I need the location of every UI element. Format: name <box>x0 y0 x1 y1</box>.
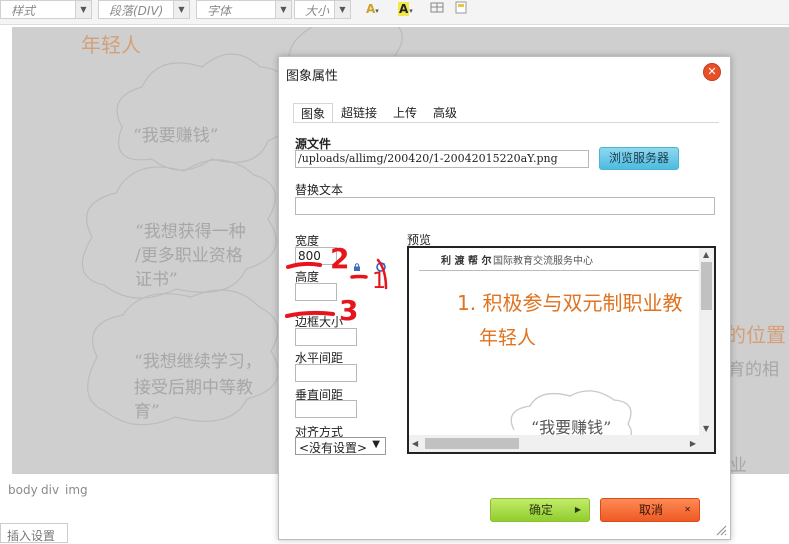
size-combo[interactable]: 大小 ▼ <box>294 0 351 19</box>
preview-logo: 利 渡 帮 尔 <box>441 256 492 267</box>
lock-ratio-icon[interactable] <box>353 263 361 271</box>
align-value: <没有设置> <box>299 441 368 455</box>
preview-subheading: 年轻人 <box>479 327 537 349</box>
close-button[interactable]: ✕ <box>703 63 721 81</box>
preview-header-rule <box>419 270 699 271</box>
close-icon: ✕ <box>684 505 691 514</box>
reset-size-icon[interactable] <box>376 262 386 272</box>
chevron-down-icon: ▼ <box>372 439 380 450</box>
scroll-right-icon[interactable]: ▶ <box>690 439 696 448</box>
hspace-input[interactable] <box>295 364 357 382</box>
alt-text-input[interactable] <box>295 197 715 215</box>
resize-grip-icon[interactable] <box>715 524 727 536</box>
source-url-value: /uploads/allimg/200420/1-20042015220aY.p… <box>298 152 558 165</box>
tab-upload-label: 上传 <box>393 106 418 120</box>
border-input[interactable] <box>295 328 357 346</box>
vertical-scroll-thumb[interactable] <box>701 262 712 310</box>
height-input[interactable] <box>295 283 337 301</box>
editor-toolbar: 样式 ▼ 段落(DIV) ▼ 字体 ▼ 大小 ▼ A▾ A▾ <box>0 0 789 25</box>
bg-color-button[interactable]: A▾ <box>398 0 420 18</box>
horizontal-scroll-thumb[interactable] <box>425 438 519 449</box>
bg-side-text: 的位置 <box>726 323 786 347</box>
preview-canvas: 利 渡 帮 尔 国际教育交流服务中心 1. 积极参与双元制职业教 年轻人 “我要… <box>409 248 699 435</box>
bg-heading: 年轻人 <box>81 33 141 57</box>
tab-link[interactable]: 超链接 <box>341 103 377 123</box>
bg-cloud-text: “我要赚钱” <box>133 126 219 146</box>
tab-image[interactable]: 图象 <box>293 103 334 123</box>
style-combo-label: 样式 <box>11 4 36 18</box>
width-input[interactable]: 800 <box>295 247 337 265</box>
align-select[interactable]: <没有设置> ▼ <box>295 437 386 455</box>
style-combo[interactable]: 样式 ▼ <box>0 0 92 19</box>
path-body[interactable]: body <box>8 483 38 497</box>
tab-divider <box>293 122 719 123</box>
insert-settings-tab[interactable]: 插入设置 <box>0 523 68 543</box>
document-icon <box>455 1 467 14</box>
cancel-button[interactable]: 取消 ✕ <box>600 498 700 522</box>
preview-vertical-scrollbar[interactable]: ▲ ▼ <box>699 248 714 435</box>
alt-text-label: 替换文本 <box>295 183 344 197</box>
image-properties-dialog: 图象属性 ✕ 图象 超链接 上传 高级 源文件 /uploads/allimg/… <box>278 56 731 540</box>
font-color-icon: A <box>366 2 376 16</box>
format-combo-label: 段落(DIV) <box>109 4 164 18</box>
preview-horizontal-scrollbar[interactable]: ◀ ▶ <box>409 435 699 452</box>
tab-upload[interactable]: 上传 <box>393 103 417 123</box>
ok-button[interactable]: 确定 ▶ <box>490 498 590 522</box>
bg-cloud-text: “我想继续学习， <box>134 352 262 372</box>
arrow-right-icon: ▶ <box>574 505 581 514</box>
font-color-button[interactable]: A▾ <box>366 0 388 18</box>
chevron-down-icon: ▼ <box>334 1 350 18</box>
bg-cloud-text: /更多职业资格 <box>135 246 243 266</box>
bg-side-text: 育的相 <box>728 360 779 380</box>
tab-advanced-label: 高级 <box>433 106 458 120</box>
tab-image-label: 图象 <box>301 107 326 121</box>
table-icon <box>430 2 444 13</box>
template-button[interactable] <box>454 0 470 18</box>
bg-cloud-text: 接受后期中等教 <box>134 378 253 398</box>
preview-heading: 1. 积极参与双元制职业教 <box>457 291 683 315</box>
tab-link-label: 超链接 <box>341 106 378 120</box>
format-combo[interactable]: 段落(DIV) ▼ <box>98 0 190 19</box>
width-value: 800 <box>298 249 321 263</box>
preview-cloud-text: “我要赚钱” <box>531 418 612 435</box>
scroll-corner <box>699 435 714 452</box>
chevron-down-icon: ▼ <box>275 1 291 18</box>
insert-settings-label: 插入设置 <box>7 529 56 543</box>
bg-color-icon: A <box>398 2 410 16</box>
vspace-input[interactable] <box>295 400 357 418</box>
font-combo-label: 字体 <box>207 4 232 18</box>
close-icon: ✕ <box>707 65 717 78</box>
image-preview[interactable]: 利 渡 帮 尔 国际教育交流服务中心 1. 积极参与双元制职业教 年轻人 “我要… <box>407 246 716 454</box>
dialog-title: 图象属性 <box>286 69 339 84</box>
browse-server-label: 浏览服务器 <box>608 151 669 165</box>
special-char-button[interactable] <box>430 0 446 18</box>
bg-cloud-text: 证书” <box>135 270 178 290</box>
chevron-down-icon: ▼ <box>173 1 189 18</box>
path-div[interactable]: div <box>41 483 59 497</box>
scroll-left-icon[interactable]: ◀ <box>412 439 418 448</box>
font-combo[interactable]: 字体 ▼ <box>196 0 292 19</box>
bg-cloud-text: 育” <box>134 402 160 422</box>
size-combo-label: 大小 <box>305 4 330 18</box>
source-url-input[interactable]: /uploads/allimg/200420/1-20042015220aY.p… <box>295 150 589 168</box>
bg-side-text: 业 <box>730 456 747 474</box>
preview-header: 国际教育交流服务中心 <box>493 256 593 267</box>
tab-advanced[interactable]: 高级 <box>433 103 457 123</box>
scroll-up-icon[interactable]: ▲ <box>703 250 709 259</box>
bg-cloud-text: “我想获得一种 <box>135 222 246 242</box>
path-img[interactable]: img <box>65 483 88 497</box>
browse-server-button[interactable]: 浏览服务器 <box>599 147 679 170</box>
scroll-down-icon[interactable]: ▼ <box>703 424 709 433</box>
chevron-down-icon: ▼ <box>75 1 91 18</box>
